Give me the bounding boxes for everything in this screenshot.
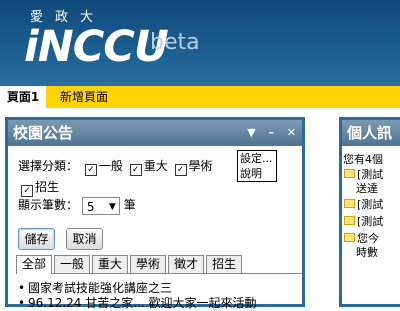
panel-controls: ▼ – ✕ [238,120,296,146]
logo[interactable]: iNCCU [24,22,169,72]
count-unit: 筆 [123,198,136,212]
page-tab-bar: 頁面1 新增頁面 [0,86,400,108]
tab-page-1[interactable]: 頁面1 [0,86,46,108]
panel-header: 個人訊 [342,120,400,146]
filter-tabs: 全部 一般 重大 學術 徵才 招生 [16,255,302,274]
news-item[interactable]: • 96.12.24 甘苦之家... 歡迎大家一起來活動 [18,294,257,311]
message-item[interactable]: [測試 [344,213,383,229]
filter-tab-admissions[interactable]: 招生 [206,255,243,273]
message-item-text: [測試 [357,215,384,228]
envelope-icon [344,199,355,208]
checkbox-academic-label: 學術 [188,159,213,173]
bullet-icon: • [18,281,26,295]
count-select[interactable]: 5 ▼ [81,196,120,215]
envelope-icon [344,233,355,242]
checkbox-major[interactable]: ✓ [129,164,142,176]
personal-info-panel: 個人訊 [339,117,400,307]
envelope-icon [344,216,355,225]
bullet-icon: • [18,296,26,310]
close-icon[interactable]: ✕ [287,126,296,139]
category-row-2: ✓ 招生 [18,178,59,197]
panel-menu-icon[interactable]: ▼ [247,126,255,139]
checkbox-general-label: 一般 [98,159,123,173]
filter-tab-jobs[interactable]: 徵才 [168,255,205,273]
menu-item-settings[interactable]: 設定... [240,151,276,166]
message-summary: 您有4個 [343,153,383,166]
count-label: 顯示筆數： [18,198,79,212]
save-button[interactable]: 儲存 [18,228,55,250]
message-item-text: [測試 [357,198,384,211]
chevron-down-icon: ▼ [108,201,116,212]
checkbox-admissions-label: 招生 [35,180,60,194]
filter-tab-general[interactable]: 一般 [54,255,91,273]
panel-title: 校園公告 [13,124,74,142]
filter-tab-academic[interactable]: 學術 [130,255,167,273]
checkbox-academic[interactable]: ✓ [174,164,187,176]
filter-tab-major[interactable]: 重大 [92,255,129,273]
add-page-tab[interactable]: 新增頁面 [60,86,108,108]
category-label: 選擇分類： [18,159,79,173]
news-item-title: 96.12.24 甘苦之家... 歡迎大家一起來活動 [28,296,257,310]
envelope-icon [344,169,355,178]
panel-header: 校園公告 ▼ – ✕ [8,120,302,146]
app-header: 愛政大 iNCCU beta [0,0,400,86]
checkbox-major-label: 重大 [143,159,168,173]
message-item[interactable]: [測試 [344,196,383,212]
logo-beta-label: beta [150,30,200,55]
news-item-title: 國家考試技能強化講座之三 [28,281,173,295]
menu-item-help[interactable]: 說明 [240,166,276,181]
minimize-icon[interactable]: – [268,126,274,139]
checkbox-general[interactable]: ✓ [84,164,97,176]
panel-dropdown-menu: 設定... 說明 [237,150,277,182]
filter-tab-all[interactable]: 全部 [16,255,53,274]
category-row: 選擇分類： ✓ 一般 ✓ 重大 ✓ 學術 [18,157,213,176]
count-select-value: 5 [86,199,95,214]
count-row: 顯示筆數： 5 ▼ 筆 [18,196,136,215]
cancel-button[interactable]: 取消 [66,228,103,250]
message-item-sub: 時數 [356,246,378,259]
message-item-sub: 送達 [356,182,378,195]
panel-title: 個人訊 [347,124,393,142]
